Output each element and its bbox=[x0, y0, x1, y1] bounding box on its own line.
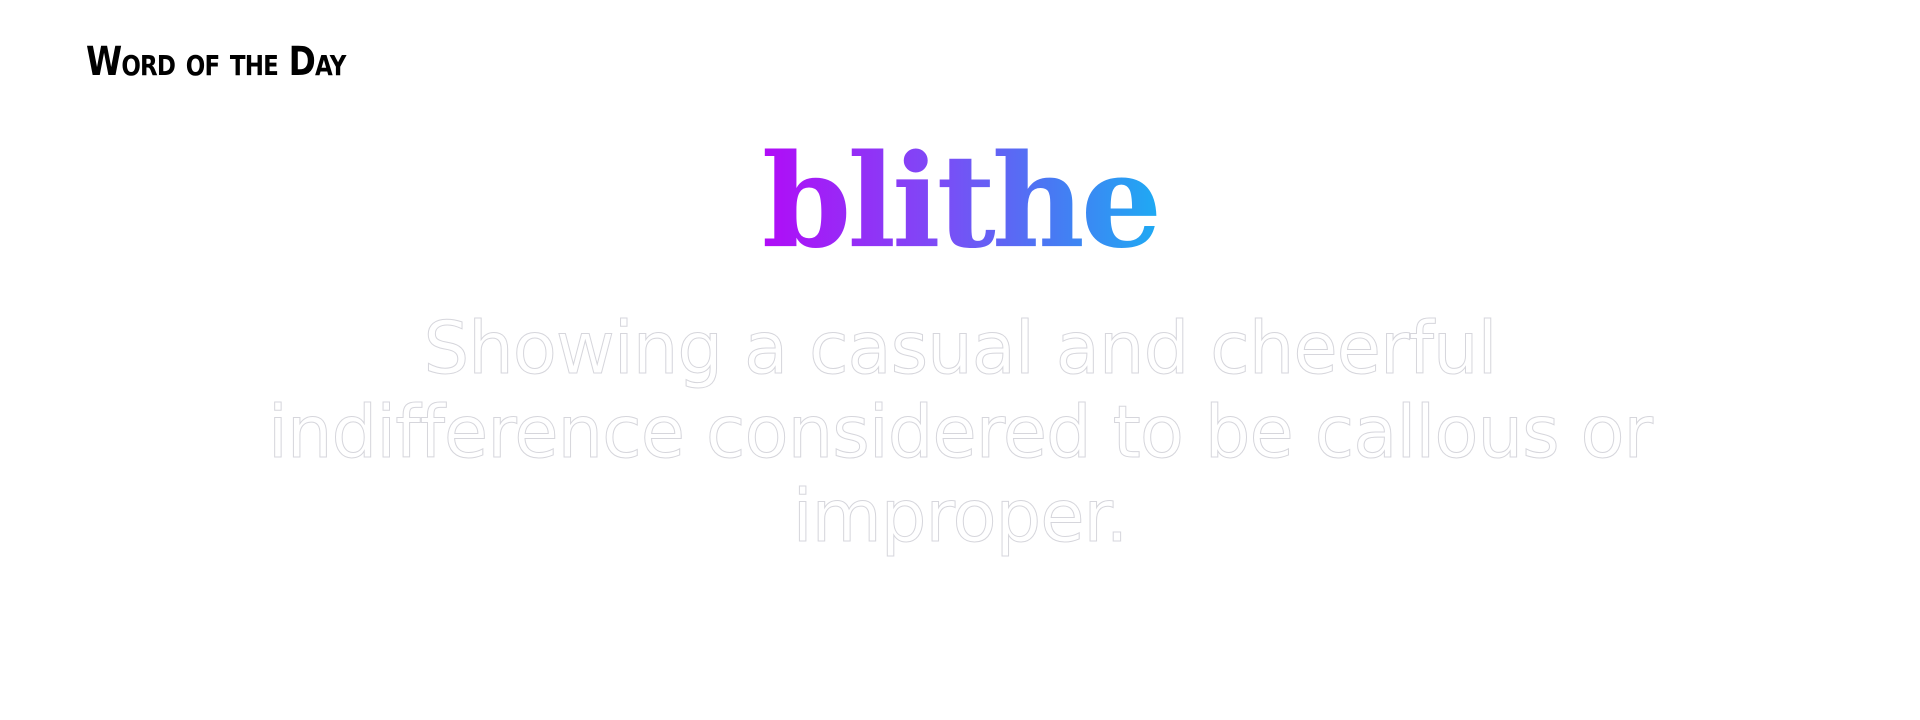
featured-word: blithe bbox=[0, 132, 1920, 273]
word-definition: Showing a casual and cheerful indifferen… bbox=[267, 306, 1653, 559]
featured-word-text: blithe bbox=[761, 127, 1162, 277]
word-of-the-day-page: Word of the Day blithe Showing a casual … bbox=[0, 0, 1920, 720]
page-title: Word of the Day bbox=[86, 39, 346, 85]
